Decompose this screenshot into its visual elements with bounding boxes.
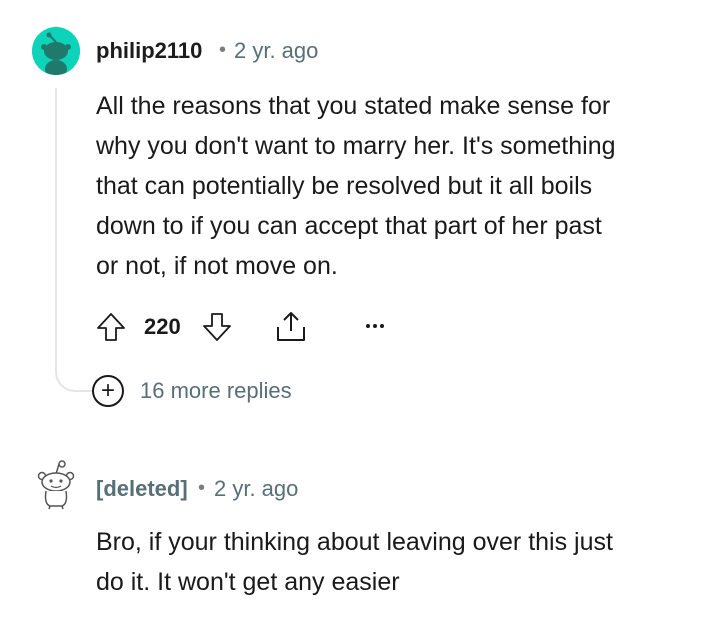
comment-author[interactable]: [deleted]: [96, 476, 188, 502]
meta-separator: •: [198, 477, 206, 499]
plus-icon: +: [92, 375, 124, 407]
snoo-avatar-icon: [32, 27, 80, 75]
vote-score: 220: [144, 314, 181, 339]
downvote-button[interactable]: [200, 311, 234, 343]
arrow-up-icon: [97, 313, 125, 341]
thread-line[interactable]: [55, 88, 95, 392]
comment-body-line: down to if you can accept that part of h…: [96, 212, 602, 240]
upvote-button[interactable]: [94, 311, 128, 343]
comment-body: Bro, if your thinking about leaving over…: [96, 522, 696, 602]
comment-thread: philip2110 • 2 yr. ago All the reasons t…: [0, 0, 720, 620]
share-icon: [277, 312, 305, 341]
user-avatar[interactable]: [36, 460, 76, 510]
share-button[interactable]: [273, 309, 309, 345]
comment-body-line: or not, if not move on.: [96, 252, 338, 280]
more-options-button[interactable]: [362, 316, 388, 336]
more-options-icon: [366, 324, 384, 328]
more-replies-label: 16 more replies: [140, 378, 292, 403]
more-replies-button[interactable]: + 16 more replies: [92, 375, 292, 407]
comment-body: All the reasons that you stated make sen…: [96, 86, 696, 286]
comment-body-line: All the reasons that you stated make sen…: [96, 92, 611, 120]
user-avatar[interactable]: [32, 27, 80, 75]
snoo-outline-icon: [37, 460, 75, 510]
comment-body-line: why you don't want to marry her. It's so…: [96, 132, 616, 160]
meta-separator: •: [219, 39, 227, 61]
comment-body-line: Bro, if your thinking about leaving over…: [96, 528, 613, 556]
comment-timestamp[interactable]: 2 yr. ago: [234, 38, 318, 64]
arrow-down-icon: [203, 313, 231, 341]
comment-author[interactable]: philip2110: [96, 38, 202, 64]
comment-timestamp[interactable]: 2 yr. ago: [214, 476, 298, 502]
comment-body-line: that can potentially be resolved but it …: [96, 172, 593, 200]
comment-body-line: do it. It won't get any easier: [96, 568, 400, 596]
